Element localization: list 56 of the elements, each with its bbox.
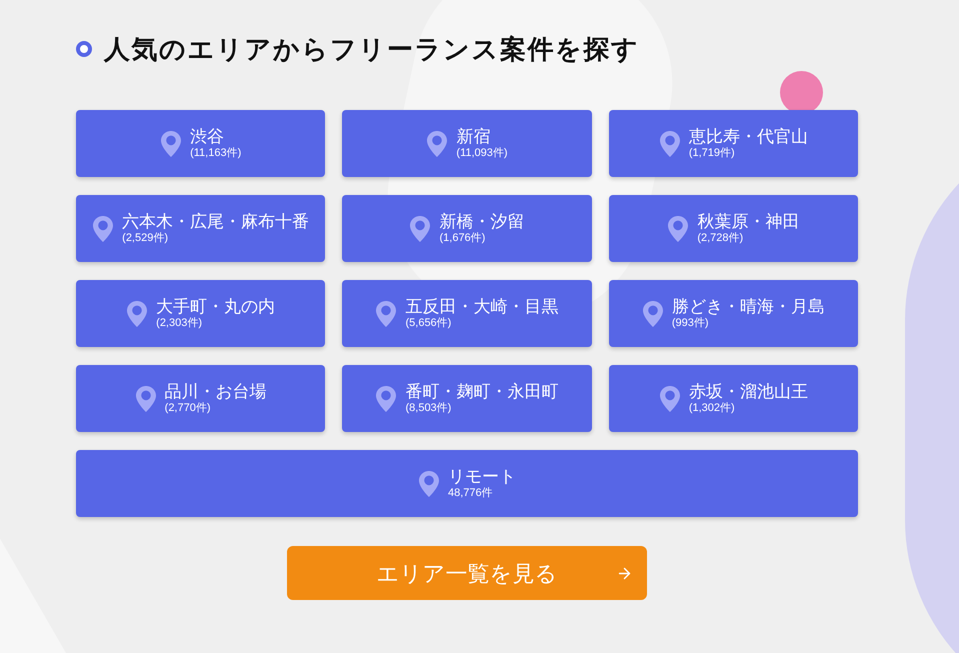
job-count: (2,529件) [122,232,170,246]
area-name: 新宿 [456,126,492,148]
area-name: 五反田・大崎・目黒 [405,296,558,317]
map-pin-icon [134,384,157,412]
job-count: (993件) [672,317,710,331]
map-pin-icon [92,214,114,242]
area-name: 大手町・丸の内 [156,296,276,317]
map-pin-icon [658,130,681,158]
area-name: リモート [448,466,516,487]
job-count: (8,503件) [405,402,452,416]
job-count: (5,656件) [405,317,452,331]
area-name: 秋葉原・神田 [697,211,800,232]
job-count: (11,093件) [456,147,508,161]
job-count: 48,776件 [448,487,494,501]
area-card[interactable]: 新宿 (11,093件) [342,110,592,177]
area-card[interactable]: 赤坂・溜池山王 (1,302件) [608,365,858,432]
area-name: 赤坂・溜池山王 [688,381,808,402]
area-name: 渋谷 [190,126,226,148]
area-card[interactable]: 秋葉原・神田 (2,728件) [608,195,858,262]
area-card[interactable]: 恵比寿・代官山 (1,719件) [608,110,858,177]
map-pin-icon [667,214,690,242]
job-count: (2,770件) [164,402,212,416]
area-card[interactable]: 番町・麹町・永田町 (8,503件) [342,365,592,432]
area-name: 新橋・汐留 [439,211,524,232]
area-name: 勝どき・晴海・月島 [672,296,825,317]
job-count: (1,302件) [688,402,736,416]
area-card[interactable]: 勝どき・晴海・月島 (993件) [608,280,858,347]
area-card[interactable]: 六本木・広尾・麻布十番 (2,529件) [76,195,326,262]
job-count: (11,163件) [190,147,242,161]
map-pin-icon [160,130,182,158]
job-count: (2,303件) [156,317,204,331]
map-pin-icon [642,300,664,328]
arrow-right-icon [616,565,633,582]
area-card[interactable]: 品川・お台場 (2,770件) [76,365,326,432]
map-pin-icon [426,130,448,158]
area-name: 番町・麹町・永田町 [405,381,558,402]
area-card[interactable]: 新橋・汐留 (1,676件) [342,195,592,262]
area-name: 六本木・広尾・麻布十番 [122,211,310,232]
area-card[interactable]: リモート 48,776件 [76,450,858,517]
map-pin-icon [658,384,681,412]
map-pin-icon [126,300,148,328]
section-heading: 人気のエリアからフリーランス案件を探す [104,32,640,66]
bullet-icon [76,41,92,57]
area-name: 恵比寿・代官山 [688,126,808,147]
map-pin-icon [418,470,440,498]
area-card[interactable]: 渋谷 (11,163件) [76,110,326,177]
area-card[interactable]: 五反田・大崎・目黒 (5,656件) [342,280,592,347]
job-count: (2,728件) [697,232,744,246]
map-pin-icon [409,214,432,242]
area-card[interactable]: 大手町・丸の内 (2,303件) [76,280,326,347]
view-all-areas-button[interactable]: エリア一覧を見る [287,546,647,600]
map-pin-icon [375,384,398,412]
job-count: (1,719件) [688,147,736,161]
area-name: 品川・お台場 [164,381,267,402]
job-count: (1,676件) [439,232,486,246]
map-pin-icon [375,300,398,328]
